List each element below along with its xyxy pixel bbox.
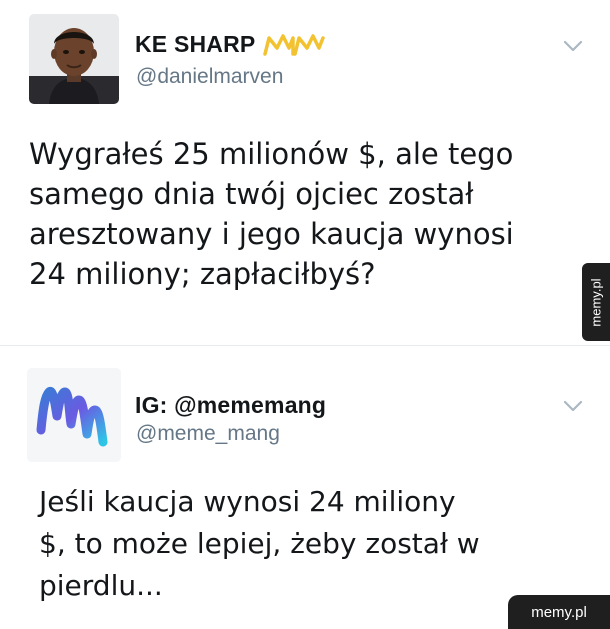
corner-watermark-label: memy.pl bbox=[531, 603, 587, 621]
mm-logo-icon bbox=[27, 368, 121, 462]
author-handle[interactable]: @danielmarven bbox=[136, 65, 283, 89]
author-handle[interactable]: @meme_mang bbox=[136, 422, 280, 446]
tweet-text: Jeśli kaucja wynosi 24 miliony $, to moż… bbox=[39, 485, 480, 602]
avatar[interactable] bbox=[29, 14, 119, 104]
chevron-down-icon[interactable] bbox=[563, 400, 583, 412]
author-display-name[interactable]: IG: @mememang bbox=[135, 392, 326, 419]
crown-emoji-icon bbox=[263, 33, 326, 56]
chevron-down-icon[interactable] bbox=[563, 40, 583, 52]
tweet-card: KE SHARP @danielmarven Wygrałeś 25 milio… bbox=[0, 0, 610, 345]
author-name-row: KE SHARP bbox=[135, 31, 326, 58]
avatar[interactable] bbox=[27, 368, 121, 462]
side-watermark: memy.pl bbox=[582, 263, 610, 341]
author-name-row: IG: @mememang bbox=[135, 392, 326, 419]
author-display-name[interactable]: KE SHARP bbox=[135, 31, 255, 58]
tweet-text: Wygrałeś 25 milionów $, ale tego samego … bbox=[29, 137, 514, 291]
profile-photo-icon bbox=[29, 14, 119, 104]
tweet-card: IG: @mememang @meme_mang Jeśli kaucja wy… bbox=[0, 346, 610, 629]
side-watermark-label: memy.pl bbox=[588, 277, 604, 327]
corner-watermark: memy.pl bbox=[508, 595, 610, 629]
